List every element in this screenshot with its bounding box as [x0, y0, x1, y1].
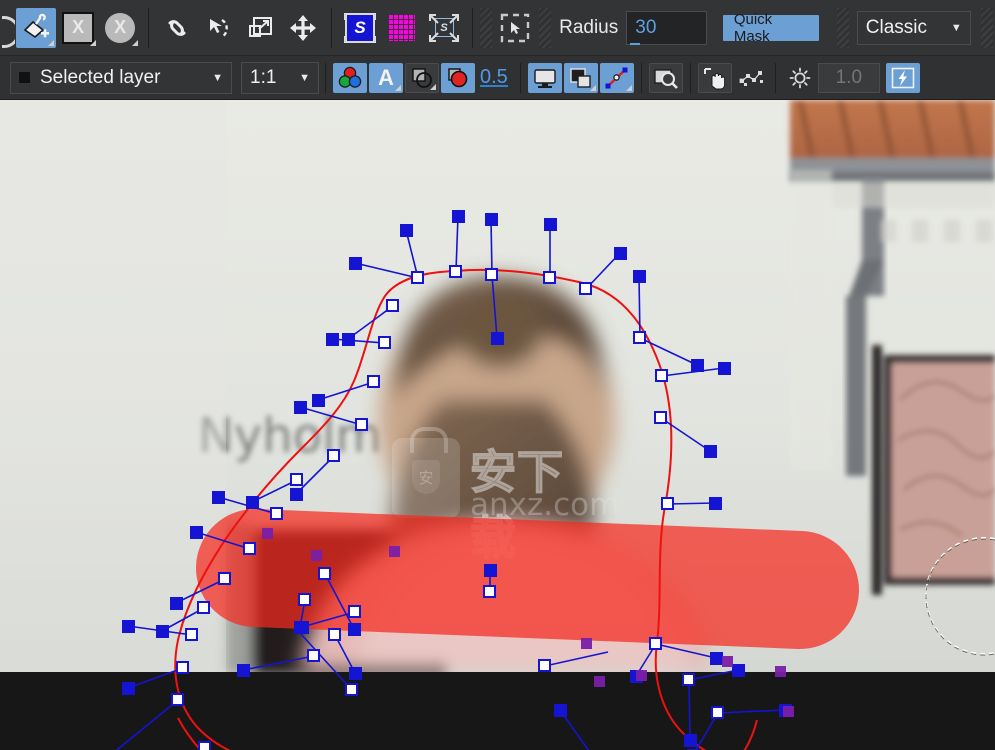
hand-pan-icon [703, 67, 725, 89]
stabilize-tool[interactable]: S [340, 8, 380, 48]
toolbar-divider [519, 62, 521, 93]
chevron-down-icon: ▼ [299, 71, 310, 84]
tool-options-corner[interactable] [625, 84, 632, 91]
preset-select[interactable]: Classic ▼ [856, 10, 971, 45]
diagonal-arrows-icon [429, 13, 460, 42]
lightning-bolt-icon [891, 67, 915, 88]
toolbar-divider [689, 62, 691, 93]
quick-mask-stroke [196, 509, 859, 649]
move-tool[interactable] [283, 8, 323, 48]
link-tool[interactable] [157, 8, 197, 48]
magnifier-preview-icon [654, 68, 678, 89]
zoom-select[interactable]: 1:1 ▼ [241, 61, 319, 94]
toolbar-divider [472, 7, 473, 48]
brightness-input[interactable]: 1.0 [817, 62, 880, 93]
tool-options-corner[interactable] [395, 84, 401, 91]
handle-lines [115, 215, 786, 750]
rgb-circles-icon [338, 66, 362, 88]
move-arrows-icon [290, 14, 317, 41]
pan-hand-button[interactable] [697, 62, 732, 93]
chevron-down-icon: ▼ [212, 71, 223, 84]
selection-tools-group: X X [15, 0, 141, 55]
toolbar-divider [640, 62, 642, 93]
application-window: P X X [0, 0, 995, 750]
tool-options-corner[interactable] [90, 39, 97, 46]
monitor-icon [534, 68, 556, 88]
control-handles[interactable] [101, 210, 792, 750]
corner-brackets-icon [344, 12, 377, 43]
chain-link-icon [168, 19, 186, 36]
tool-options-corner[interactable] [48, 39, 55, 46]
transform-tool[interactable] [241, 8, 281, 48]
radius-input[interactable]: 30 [626, 10, 707, 45]
spread-tool[interactable]: S [424, 8, 464, 48]
scale-rect-icon [249, 16, 273, 37]
radius-value: 30 [635, 16, 657, 38]
toolbar-divider [774, 62, 776, 93]
layer-color-swatch [19, 72, 30, 83]
layer-select[interactable]: Selected layer ▼ [10, 61, 232, 94]
magnifier-button[interactable] [648, 62, 683, 93]
top-toolbar: P X X [0, 0, 995, 55]
auto-enhance-button[interactable] [885, 62, 920, 93]
red-mask-circle-icon [448, 67, 468, 87]
toolbar-divider [325, 62, 326, 93]
color-channels-button[interactable] [333, 62, 367, 93]
tool-options-corner[interactable] [132, 39, 139, 46]
toolbar-divider [148, 7, 150, 48]
toolbar-divider [331, 7, 333, 48]
paint-bucket-tool[interactable] [16, 7, 57, 48]
brush-cursor-shadow [925, 538, 995, 656]
mask-overlay-button[interactable] [441, 62, 475, 93]
toolbar-drag-handle[interactable] [980, 7, 994, 48]
link-transform-group [156, 0, 324, 55]
brush-cursor [925, 537, 995, 655]
paint-bucket-plus-icon [23, 13, 50, 38]
lasso-cursor-icon [210, 18, 229, 38]
zoom-value: 1:1 [250, 66, 277, 88]
circle-x-icon: X [105, 12, 136, 43]
delete-circle-tool[interactable]: X [100, 8, 140, 48]
alpha-channel-button[interactable]: A [369, 62, 403, 93]
tool-options-corner[interactable] [589, 84, 596, 91]
brightness-value: 1.0 [835, 66, 863, 88]
layer-select-value: Selected layer [40, 66, 161, 88]
opacity-value-field[interactable]: 0.5 [476, 66, 514, 89]
preset-value: Classic [865, 16, 928, 38]
spline-overlay[interactable] [0, 100, 995, 750]
quick-mask-button[interactable]: Quick Mask [722, 11, 819, 45]
node-edit-button[interactable] [734, 63, 768, 93]
tool-options-corner[interactable] [430, 83, 436, 90]
dashed-marquee-icon [500, 13, 530, 42]
shape-overlay-button[interactable] [405, 62, 439, 93]
marquee-tool[interactable] [496, 8, 534, 48]
opacity-underline [480, 85, 508, 87]
layers-compare-button[interactable] [563, 62, 598, 93]
stabilize-group: S S [339, 0, 465, 55]
spline-display-button[interactable] [599, 62, 634, 93]
second-toolbar: Selected layer ▼ 1:1 ▼ A 0.5 1.0 [0, 55, 995, 100]
toolbar-drag-handle[interactable] [836, 7, 849, 48]
magenta-grid-icon [389, 14, 416, 41]
toolbar-drag-handle[interactable] [479, 7, 493, 48]
grid-tool[interactable] [382, 8, 422, 48]
spline-path-bottom[interactable] [177, 717, 758, 750]
lasso-select-tool[interactable] [199, 8, 239, 48]
toolbar-drag-handle[interactable] [538, 7, 552, 48]
partial-p-tool-icon[interactable]: P [2, 8, 16, 48]
canvas-area[interactable]: Nyholm Centr 安 anxz.com [0, 100, 995, 750]
node-graph-icon [739, 70, 763, 86]
text-caret [630, 42, 641, 45]
brightness-button[interactable] [783, 63, 817, 93]
letter-a-icon: A [378, 64, 394, 90]
sun-brightness-icon [789, 67, 811, 88]
radius-label: Radius [559, 16, 619, 38]
quick-mask-label: Quick Mask [733, 10, 773, 45]
monitor-preview-button[interactable] [527, 62, 562, 93]
chevron-down-icon: ▼ [950, 21, 962, 34]
delete-square-tool[interactable]: X [58, 8, 98, 48]
